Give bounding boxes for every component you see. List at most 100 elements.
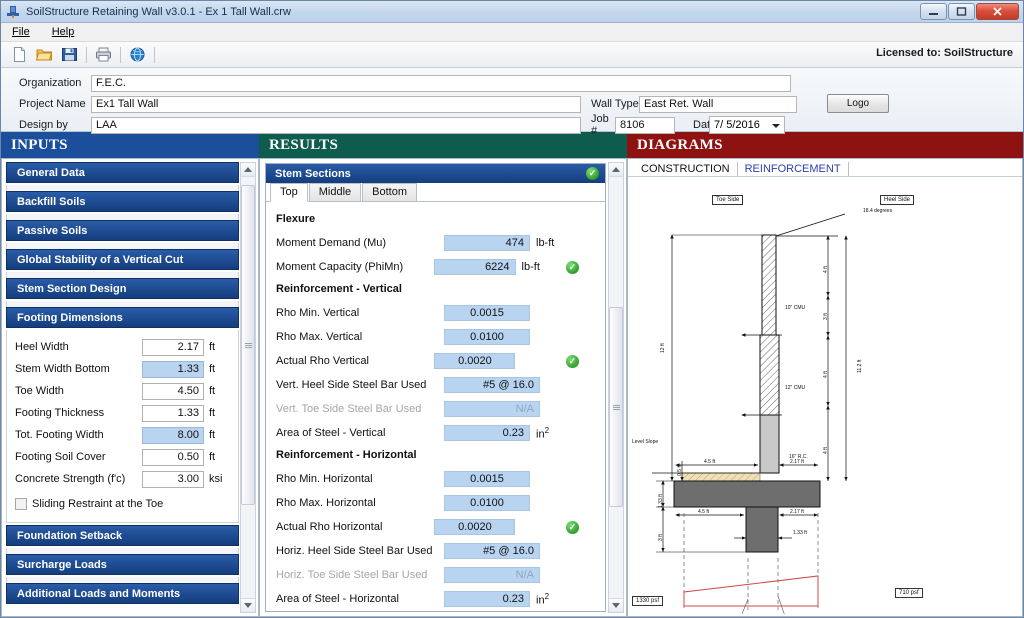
footing-dimensions-panel: Heel Width 2.17 ft Stem Width Bottom 1.3… [6,330,239,523]
sidebar-item-passive-soils[interactable]: Passive Soils [6,220,239,241]
results-pane: RESULTS Stem Sections ✓ Top Middle Botto… [259,132,627,617]
stem-sections-header: Stem Sections ✓ [266,164,605,183]
sliding-restraint-row[interactable]: Sliding Restraint at the Toe [15,494,230,514]
stem-section-tabs: Top Middle Bottom [266,183,605,202]
main-panes: INPUTS General Data Backfill Soils Passi… [1,132,1023,617]
scroll-track[interactable] [241,177,255,598]
project-name-field[interactable]: Ex1 Tall Wall [91,96,581,113]
row-label: Actual Rho Horizontal [276,521,434,533]
close-button[interactable] [976,3,1019,20]
field-input[interactable]: 2.17 [142,339,204,356]
minimize-button[interactable] [920,3,947,20]
scroll-down-button[interactable] [609,598,623,612]
title-bar: SoilStructure Retaining Wall v3.0.1 - Ex… [1,1,1023,23]
sliding-restraint-label: Sliding Restraint at the Toe [32,498,230,510]
menu-item-file[interactable]: File [9,25,33,39]
row-horiz-heel-bar: Horiz. Heel Side Steel Bar Used #5 @ 16.… [276,539,595,563]
row-area-steel-vertical: Area of Steel - Vertical 0.23 in2 [276,421,595,445]
row-moment-demand: Moment Demand (Mu) 474 lb-ft [276,231,595,255]
tab-middle[interactable]: Middle [309,183,361,201]
row-actual-rho-vertical: Actual Rho Vertical 0.0020 ✓ [276,349,595,373]
diagrams-pane: DIAGRAMS CONSTRUCTION REINFORCEMENT Toe … [627,132,1023,617]
sliding-restraint-checkbox[interactable] [15,498,27,510]
sidebar-item-stem-section-design[interactable]: Stem Section Design [6,278,239,299]
soil-cover-label: 0.5 ft [677,465,683,476]
row-value: 0.0015 [444,305,530,321]
field-label: Concrete Strength (f'c) [15,473,142,485]
field-input[interactable]: 0.50 [142,449,204,466]
tab-reinforcement[interactable]: REINFORCEMENT [738,162,849,176]
field-input[interactable]: 8.00 [142,427,204,444]
pressure-left-label: 1330 psf [632,596,663,606]
field-input[interactable]: 4.50 [142,383,204,400]
level-slope-label: Level Slope [632,439,658,445]
row-value: 0.0015 [444,471,530,487]
triangle-up-icon [244,167,252,172]
row-label: Vert. Heel Side Steel Bar Used [276,379,444,391]
section-heading-flexure: Flexure [276,213,595,225]
sidebar-item-global-stability[interactable]: Global Stability of a Vertical Cut [6,249,239,270]
tab-top[interactable]: Top [270,183,308,202]
open-folder-icon[interactable] [36,46,53,63]
row-value: N/A [444,401,540,417]
row-unit: in2 [530,592,549,607]
row-value: 0.23 [444,425,530,441]
wall-type-field[interactable]: East Ret. Wall [639,96,797,113]
scroll-track[interactable] [609,177,623,598]
menu-item-help[interactable]: Help [49,25,78,39]
field-label: Footing Thickness [15,407,142,419]
job-number-field[interactable]: 8106 [615,117,675,134]
tab-construction[interactable]: CONSTRUCTION [634,162,738,176]
new-file-icon[interactable] [11,46,28,63]
maximize-button[interactable] [948,3,975,20]
scroll-down-button[interactable] [241,598,255,612]
row-rho-max-horizontal: Rho Max. Horizontal 0.0100 [276,491,595,515]
sidebar-item-additional-loads-and-moments[interactable]: Additional Loads and Moments [6,583,239,604]
status-ok-icon: ✓ [586,167,599,180]
inputs-scrollbar[interactable] [240,162,256,613]
field-input[interactable]: 1.33 [142,405,204,422]
row-label: Rho Min. Horizontal [276,473,444,485]
inputs-pane-body: General Data Backfill Soils Passive Soil… [1,158,259,617]
section-heading-reinforcement-horizontal: Reinforcement - Horizontal [276,449,595,461]
row-label: Rho Max. Horizontal [276,497,444,509]
row-value: N/A [444,567,540,583]
field-input[interactable]: 3.00 [142,471,204,488]
sidebar-item-general-data[interactable]: General Data [6,162,239,183]
row-vert-toe-bar: Vert. Toe Side Steel Bar Used N/A [276,397,595,421]
scroll-up-button[interactable] [241,163,255,177]
save-icon[interactable] [61,46,78,63]
wall-section-drawing [630,178,1020,614]
status-ok-icon: ✓ [566,521,579,534]
date-label: Date [675,119,709,131]
sidebar-item-surcharge-loads[interactable]: Surcharge Loads [6,554,239,575]
field-input[interactable]: 1.33 [142,361,204,378]
toe-width-label-bottom: 4.5 ft [698,509,709,515]
logo-button[interactable]: Logo [827,94,889,113]
scroll-thumb[interactable] [241,185,255,505]
web-icon[interactable] [129,46,146,63]
design-by-row: Design by LAA Job # 8106 Date 7/ 5/2016 [1,115,1023,135]
design-by-field[interactable]: LAA [91,117,581,134]
date-picker[interactable]: 7/ 5/2016 [709,116,785,134]
scroll-thumb[interactable] [609,307,623,507]
print-icon[interactable] [95,46,112,63]
field-unit: ft [204,385,230,397]
results-scrollbar[interactable] [608,162,624,613]
design-by-label: Design by [19,119,91,131]
sidebar-item-footing-dimensions[interactable]: Footing Dimensions [6,307,239,328]
sidebar-item-foundation-setback[interactable]: Foundation Setback [6,525,239,546]
organization-field[interactable]: F.E.C. [91,75,791,92]
tab-bottom[interactable]: Bottom [362,183,417,201]
toe-width-label-top: 4.5 ft [704,459,715,465]
job-number-label: Job # [581,113,615,137]
sidebar-item-backfill-soils[interactable]: Backfill Soils [6,191,239,212]
embedment-label: 3 ft [658,534,664,541]
license-text: Licensed to: SoilStructure [876,47,1013,59]
row-rho-min-horizontal: Rho Min. Horizontal 0.0015 [276,467,595,491]
total-height-label: 12 ft [660,343,666,353]
scroll-up-button[interactable] [609,163,623,177]
row-unit: lb-ft [516,261,550,273]
results-pane-title: RESULTS [259,132,627,158]
field-label: Tot. Footing Width [15,429,142,441]
